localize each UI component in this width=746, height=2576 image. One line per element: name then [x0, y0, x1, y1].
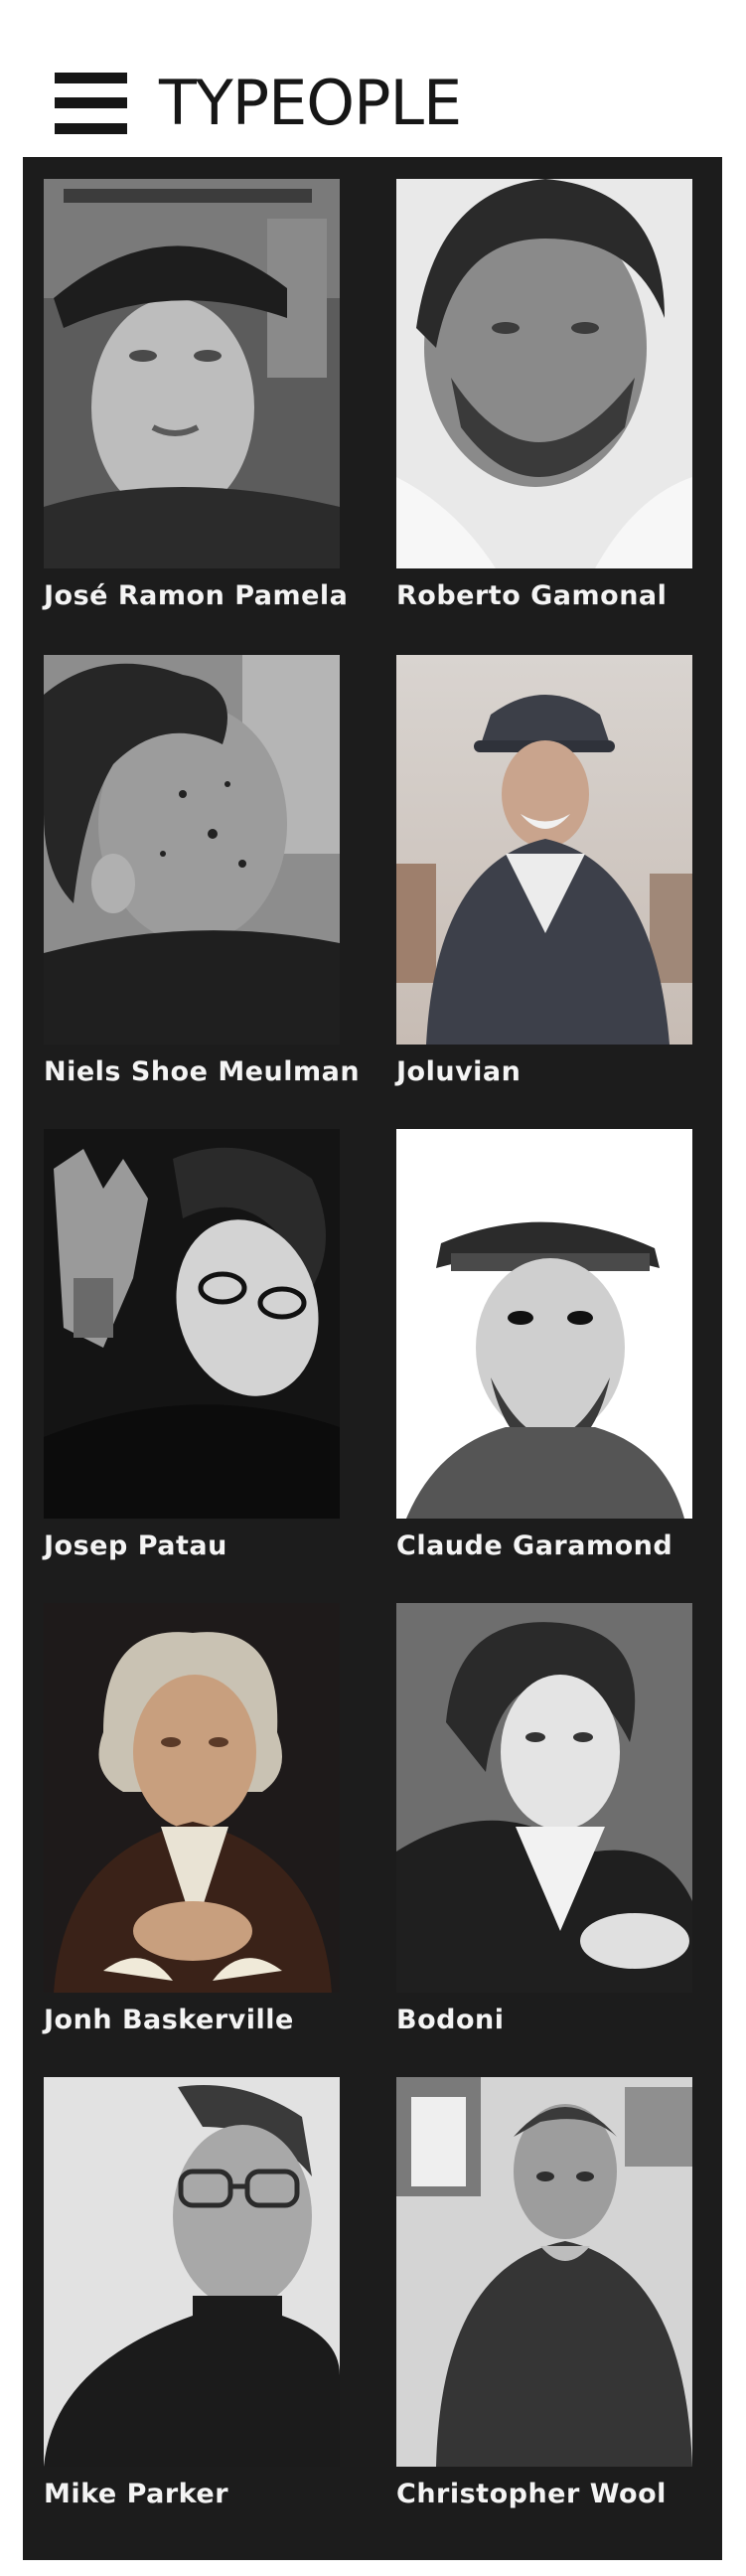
person-photo[interactable]: [396, 1603, 692, 1993]
person-name[interactable]: Niels Shoe Meulman: [44, 1054, 401, 1090]
person-name[interactable]: Christopher Wool: [396, 2477, 746, 2512]
person-name[interactable]: Bodoni: [396, 2003, 746, 2038]
person-photo[interactable]: [44, 179, 340, 568]
person-name[interactable]: Jonh Baskerville: [44, 2003, 401, 2038]
person-photo[interactable]: [396, 655, 692, 1045]
menu-icon-bar: [55, 97, 127, 108]
person-photo[interactable]: [44, 1603, 340, 1993]
site-header: TYPEOPLE: [0, 0, 746, 157]
people-grid: José Ramon Pamela Roberto Gamonal Niels …: [23, 157, 722, 2560]
person-name[interactable]: Joluvian: [396, 1054, 746, 1090]
person-name[interactable]: Mike Parker: [44, 2477, 401, 2512]
menu-icon-bar: [55, 73, 127, 83]
person-name[interactable]: Josep Patau: [44, 1529, 401, 1564]
menu-icon[interactable]: [55, 73, 127, 134]
person-photo[interactable]: [44, 1129, 340, 1519]
person-photo[interactable]: [44, 655, 340, 1045]
menu-icon-bar: [55, 123, 127, 134]
person-photo[interactable]: [396, 179, 692, 568]
person-name[interactable]: Claude Garamond: [396, 1529, 746, 1564]
site-title[interactable]: TYPEOPLE: [159, 68, 462, 139]
person-name[interactable]: José Ramon Pamela: [44, 578, 401, 614]
person-name[interactable]: Roberto Gamonal: [396, 578, 746, 614]
person-photo[interactable]: [396, 2077, 692, 2467]
person-photo[interactable]: [396, 1129, 692, 1519]
person-photo[interactable]: [44, 2077, 340, 2467]
